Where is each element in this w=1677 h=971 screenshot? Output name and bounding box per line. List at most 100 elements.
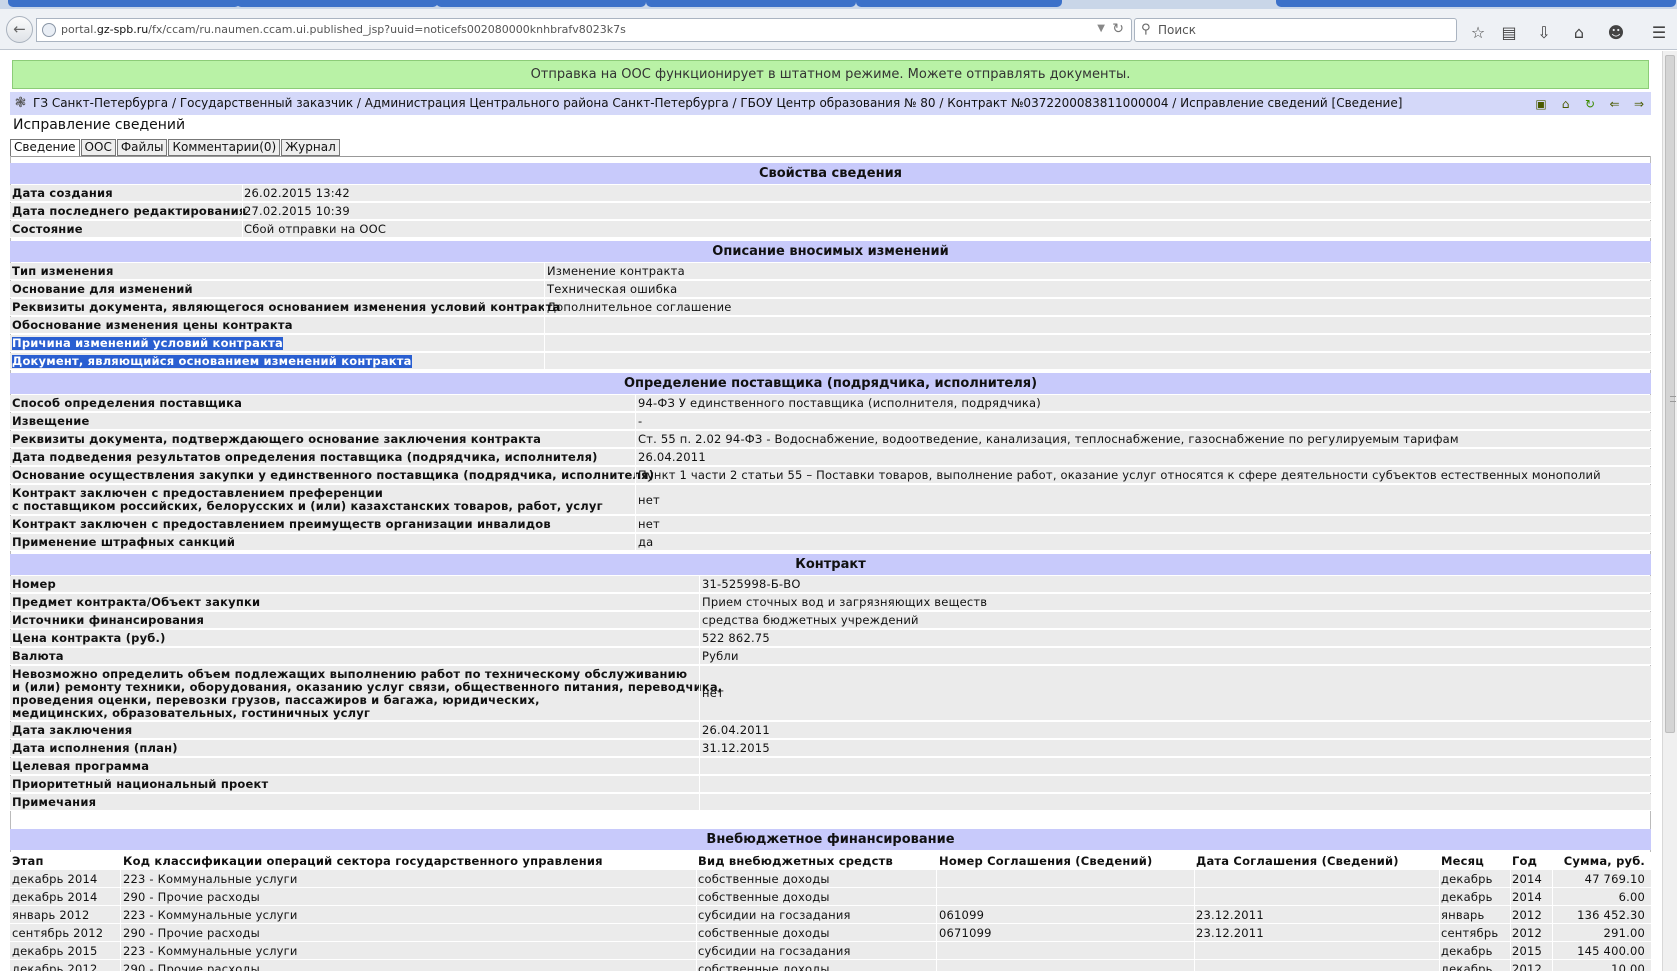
cell-agreement-number: 0671099 — [939, 926, 992, 940]
tab-files[interactable]: Файлы — [116, 139, 168, 156]
column-header-code: Код классификации операций сектора госуд… — [123, 854, 603, 868]
cell-code: 290 - Прочие расходы — [123, 890, 260, 904]
contract-value: 522 862.75 — [702, 631, 770, 645]
contract-row: Целевая программа — [10, 758, 1651, 775]
supplier-label: Контракт заключен с предоставлением преи… — [12, 517, 551, 531]
back-arrow-icon[interactable]: ← — [6, 16, 33, 43]
browser-tab[interactable] — [8, 0, 240, 7]
cell-agreement-date: 23.12.2011 — [1196, 908, 1264, 922]
property-value: 26.02.2015 13:42 — [244, 186, 350, 200]
contract-row: Валюта Рубли — [10, 648, 1651, 665]
cell-code: 223 - Коммунальные услуги — [123, 908, 298, 922]
cell-code: 290 - Прочие расходы — [123, 926, 260, 940]
property-row: Дата создания 26.02.2015 13:42 — [10, 185, 1651, 202]
contract-label: Примечания — [12, 795, 97, 809]
property-row: Дата последнего редактирования 27.02.201… — [10, 203, 1651, 220]
home-icon[interactable]: ⌂ — [1558, 96, 1574, 112]
star-icon[interactable]: ☆ — [1467, 23, 1489, 43]
cell-funds-type: собственные доходы — [698, 926, 830, 940]
contract-value: 31-525998-Б-ВО — [702, 577, 801, 591]
change-row: Тип изменения Изменение контракта — [10, 263, 1651, 280]
forward-arrow-icon[interactable]: ⇒ — [1631, 96, 1647, 112]
tab-comments[interactable]: Комментарии(0) — [168, 139, 281, 156]
table-row: декабрь 2015 223 - Коммунальные услуги с… — [10, 942, 1651, 960]
supplier-value: нет — [638, 493, 660, 507]
url-dropdown-icon[interactable]: ▼ — [1097, 23, 1105, 34]
supplier-value: Ст. 55 п. 2.02 94-ФЗ - Водоснабжение, во… — [638, 432, 1459, 446]
breadcrumb[interactable]: ГЗ Санкт-Петербурга / Государственный за… — [33, 96, 1402, 110]
tab-info[interactable]: Сведение — [10, 139, 80, 157]
supplier-label: Способ определения поставщика — [12, 396, 243, 410]
browser-tab[interactable] — [856, 0, 1062, 7]
property-label: Дата последнего редактирования — [12, 204, 247, 218]
home-icon[interactable]: ⌂ — [1568, 23, 1590, 43]
status-notice: Отправка на ООС функционирует в штатном … — [12, 60, 1649, 89]
chat-icon[interactable]: ☻ — [1605, 23, 1627, 43]
table-row: январь 2012 223 - Коммунальные услуги су… — [10, 906, 1651, 924]
back-arrow-icon[interactable]: ⇐ — [1607, 96, 1623, 112]
menu-icon[interactable]: ☰ — [1648, 23, 1670, 43]
property-row: Состояние Сбой отправки на ООС — [10, 221, 1651, 238]
contract-label: Цена контракта (руб.) — [12, 631, 166, 645]
search-icon: ⚲ — [1141, 22, 1151, 37]
tab-journal[interactable]: Журнал — [281, 139, 340, 156]
cell-stage: декабрь 2014 — [12, 872, 98, 886]
column-header-funds-type: Вид внебюджетных средств — [698, 854, 894, 868]
contract-label-line: медицинских, образовательных, гостиничны… — [12, 706, 371, 720]
contract-row: Приоритетный национальный проект — [10, 776, 1651, 793]
folder-icon[interactable]: ▣ — [1533, 96, 1549, 112]
browser-tab[interactable] — [646, 0, 856, 7]
reading-list-icon[interactable]: ▤ — [1498, 23, 1520, 43]
download-icon[interactable]: ⇩ — [1533, 23, 1555, 43]
page-title: Исправление сведений — [13, 117, 186, 133]
change-label: Обоснование изменения цены контракта — [12, 318, 293, 332]
cell-code: 290 - Прочие расходы — [123, 962, 260, 971]
supplier-row: Контракт заключен с предоставлением преи… — [10, 516, 1651, 533]
table-row: декабрь 2014 290 - Прочие расходы собств… — [10, 888, 1651, 906]
scrollbar-thumb[interactable] — [1665, 55, 1676, 733]
tree-icon[interactable]: ❃ — [12, 95, 29, 112]
browser-tab[interactable] — [436, 0, 646, 7]
column-header-stage: Этап — [12, 854, 44, 868]
cell-sum: 10.00 — [1611, 962, 1645, 971]
contract-label: Целевая программа — [12, 759, 150, 773]
cell-month: декабрь — [1441, 890, 1493, 904]
supplier-row: Дата подведения результатов определения … — [10, 449, 1651, 466]
page-content: Отправка на ООС функционирует в штатном … — [0, 51, 1660, 971]
globe-icon — [42, 23, 56, 37]
tab-oos[interactable]: ООС — [80, 139, 116, 156]
cell-month: декабрь — [1441, 872, 1493, 886]
cell-funds-type: субсидии на госзадания — [698, 944, 851, 958]
contract-row: Примечания — [10, 794, 1651, 811]
browser-tab[interactable] — [1276, 0, 1676, 7]
cell-sum: 6.00 — [1618, 890, 1645, 904]
url-text: portal.gz-spb.ru/fx/ccam/ru.naumen.ccam.… — [61, 23, 626, 36]
contract-row: Источники финансирования средства бюджет… — [10, 612, 1651, 629]
cell-sum: 291.00 — [1603, 926, 1645, 940]
change-label: Основание для изменений — [12, 282, 193, 296]
change-row: Реквизиты документа, являющегося основан… — [10, 299, 1651, 316]
vertical-scrollbar[interactable] — [1662, 51, 1677, 971]
supplier-label: Извещение — [12, 414, 90, 428]
breadcrumb-bar: ❃ ГЗ Санкт-Петербурга / Государственный … — [10, 92, 1651, 115]
supplier-value: 26.04.2011 — [638, 450, 706, 464]
cell-funds-type: собственные доходы — [698, 890, 830, 904]
supplier-value: - — [638, 414, 643, 428]
property-value: Сбой отправки на ООС — [244, 222, 387, 236]
url-bar[interactable]: portal.gz-spb.ru/fx/ccam/ru.naumen.ccam.… — [36, 18, 1132, 42]
cell-funds-type: собственные доходы — [698, 872, 830, 886]
supplier-value: Пункт 1 части 2 статьи 55 – Поставки тов… — [638, 468, 1601, 482]
supplier-value: нет — [638, 517, 660, 531]
cell-month: январь — [1441, 908, 1485, 922]
refresh-icon[interactable]: ↻ — [1582, 96, 1598, 112]
browser-tab[interactable] — [236, 0, 438, 7]
cell-stage: сентябрь 2012 — [12, 926, 104, 940]
change-row: Обоснование изменения цены контракта — [10, 317, 1651, 334]
contract-value: Прием сточных вод и загрязняющих веществ — [702, 595, 988, 609]
cell-agreement-number: 061099 — [939, 908, 985, 922]
contract-label: Приоритетный национальный проект — [12, 777, 269, 791]
reload-icon[interactable]: ↻ — [1112, 21, 1124, 37]
contract-value: 26.04.2011 — [702, 723, 770, 737]
search-bar[interactable]: ⚲ Поиск — [1134, 18, 1457, 42]
supplier-row: Контракт заключен с предоставлением преф… — [10, 485, 1651, 515]
